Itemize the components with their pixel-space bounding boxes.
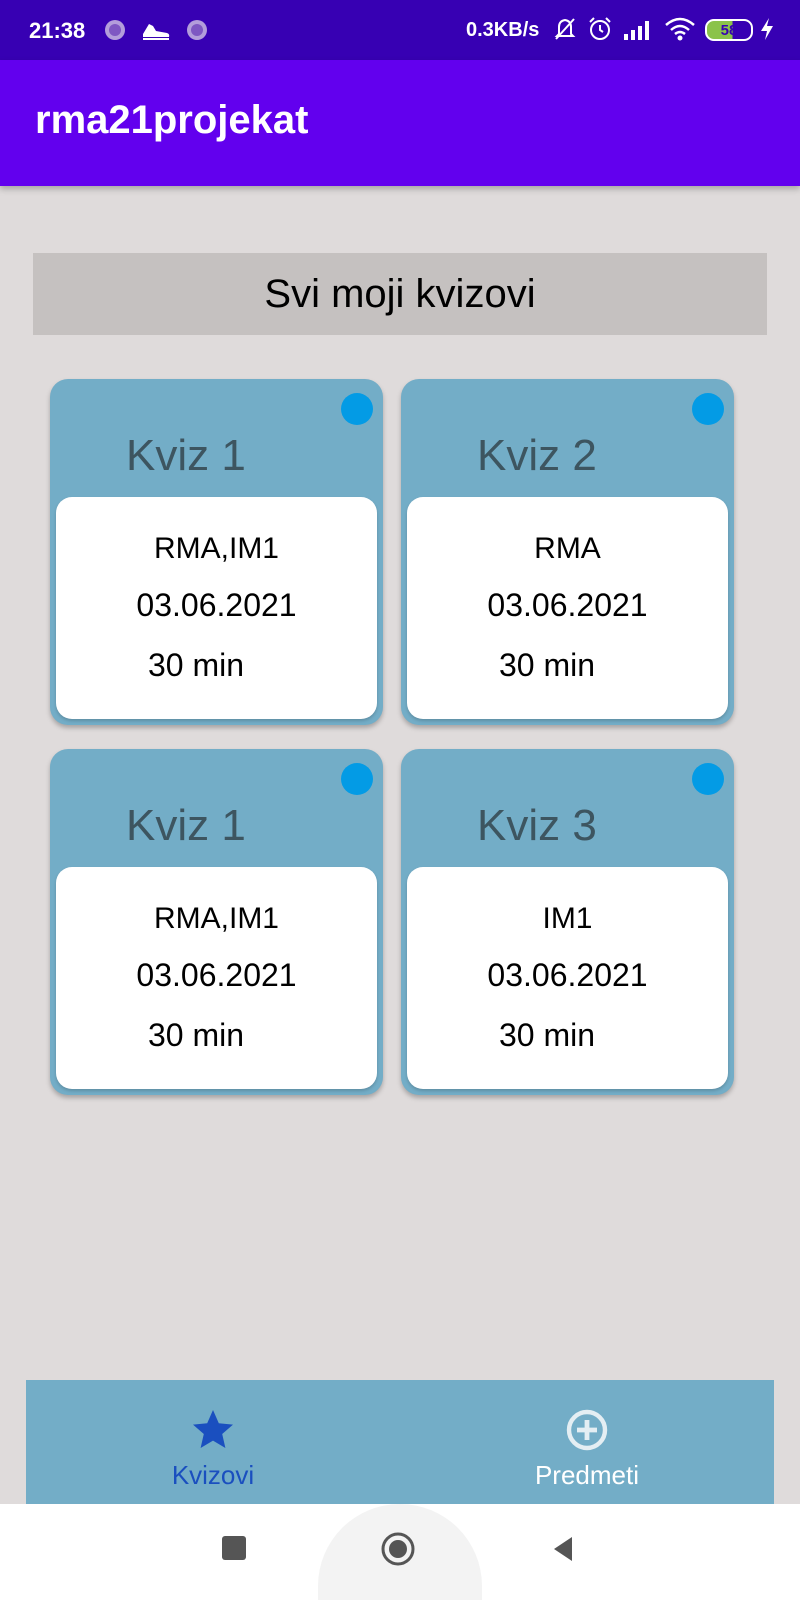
back-button[interactable] (550, 1534, 576, 1564)
quiz-duration: 30 min (499, 647, 596, 683)
star-icon (193, 1410, 233, 1448)
quiz-status-dot (692, 393, 724, 425)
mute-bell-icon (554, 18, 576, 40)
quiz-duration: 30 min (499, 1017, 596, 1053)
bottom-navigation: Kvizovi Predmeti (26, 1380, 774, 1504)
quiz-name: Kviz 3 (477, 801, 597, 850)
quiz-details: RMA,IM1 03.06.2021 30 min (56, 867, 377, 1089)
sneaker-icon (143, 24, 170, 40)
signal-icon (624, 21, 649, 40)
quiz-duration: 30 min (148, 647, 245, 683)
quiz-status-dot (692, 763, 724, 795)
quiz-subjects: RMA (534, 532, 601, 565)
quiz-card[interactable]: Kviz 3 IM1 03.06.2021 30 min (401, 749, 734, 1095)
quiz-card[interactable]: Kviz 1 RMA,IM1 03.06.2021 30 min (50, 379, 383, 725)
quiz-subjects: RMA,IM1 (153, 532, 279, 565)
status-time: 21:38 (29, 18, 86, 43)
recents-button[interactable] (222, 1536, 246, 1560)
section-header: Svi moji kvizovi (33, 253, 767, 335)
quiz-name: Kviz 1 (126, 801, 246, 850)
nav-label-predmeti: Predmeti (534, 1460, 640, 1490)
quiz-date: 03.06.2021 (487, 587, 648, 623)
app-bar: rma21projekat (0, 60, 800, 186)
alarm-icon (589, 17, 611, 40)
nav-label-kvizovi: Kvizovi (171, 1460, 255, 1490)
quiz-status-dot (341, 393, 373, 425)
quiz-card[interactable]: Kviz 1 RMA,IM1 03.06.2021 30 min (50, 749, 383, 1095)
charging-icon (761, 18, 773, 40)
home-button[interactable] (380, 1531, 416, 1567)
quiz-details: RMA,IM1 03.06.2021 30 min (56, 497, 377, 719)
quiz-details: RMA 03.06.2021 30 min (407, 497, 728, 719)
quiz-subjects: RMA,IM1 (153, 902, 279, 935)
quiz-card[interactable]: Kviz 2 RMA 03.06.2021 30 min (401, 379, 734, 725)
battery-level: 58 (720, 21, 738, 39)
quiz-date: 03.06.2021 (136, 957, 297, 993)
quiz-date: 03.06.2021 (136, 587, 297, 623)
quiz-status-dot (341, 763, 373, 795)
notification-app-icon (187, 20, 207, 40)
quiz-date: 03.06.2021 (487, 957, 648, 993)
status-bar: 21:38 0.3KB/s 58 (0, 0, 800, 60)
notification-app-icon (105, 20, 125, 40)
nav-item-predmeti[interactable]: Predmeti (400, 1380, 774, 1504)
quiz-name: Kviz 1 (126, 431, 246, 480)
system-navigation-bar (0, 1504, 800, 1600)
quiz-name: Kviz 2 (477, 431, 597, 480)
nav-item-kvizovi[interactable]: Kvizovi (26, 1380, 400, 1504)
app-title: rma21projekat (35, 98, 309, 142)
wifi-icon (665, 17, 695, 41)
network-speed: 0.3KB/s (466, 19, 540, 41)
quiz-duration: 30 min (148, 1017, 245, 1053)
add-circle-icon (566, 1409, 608, 1451)
quiz-subjects: IM1 (542, 902, 593, 935)
battery-icon: 58 (705, 19, 753, 41)
quiz-details: IM1 03.06.2021 30 min (407, 867, 728, 1089)
